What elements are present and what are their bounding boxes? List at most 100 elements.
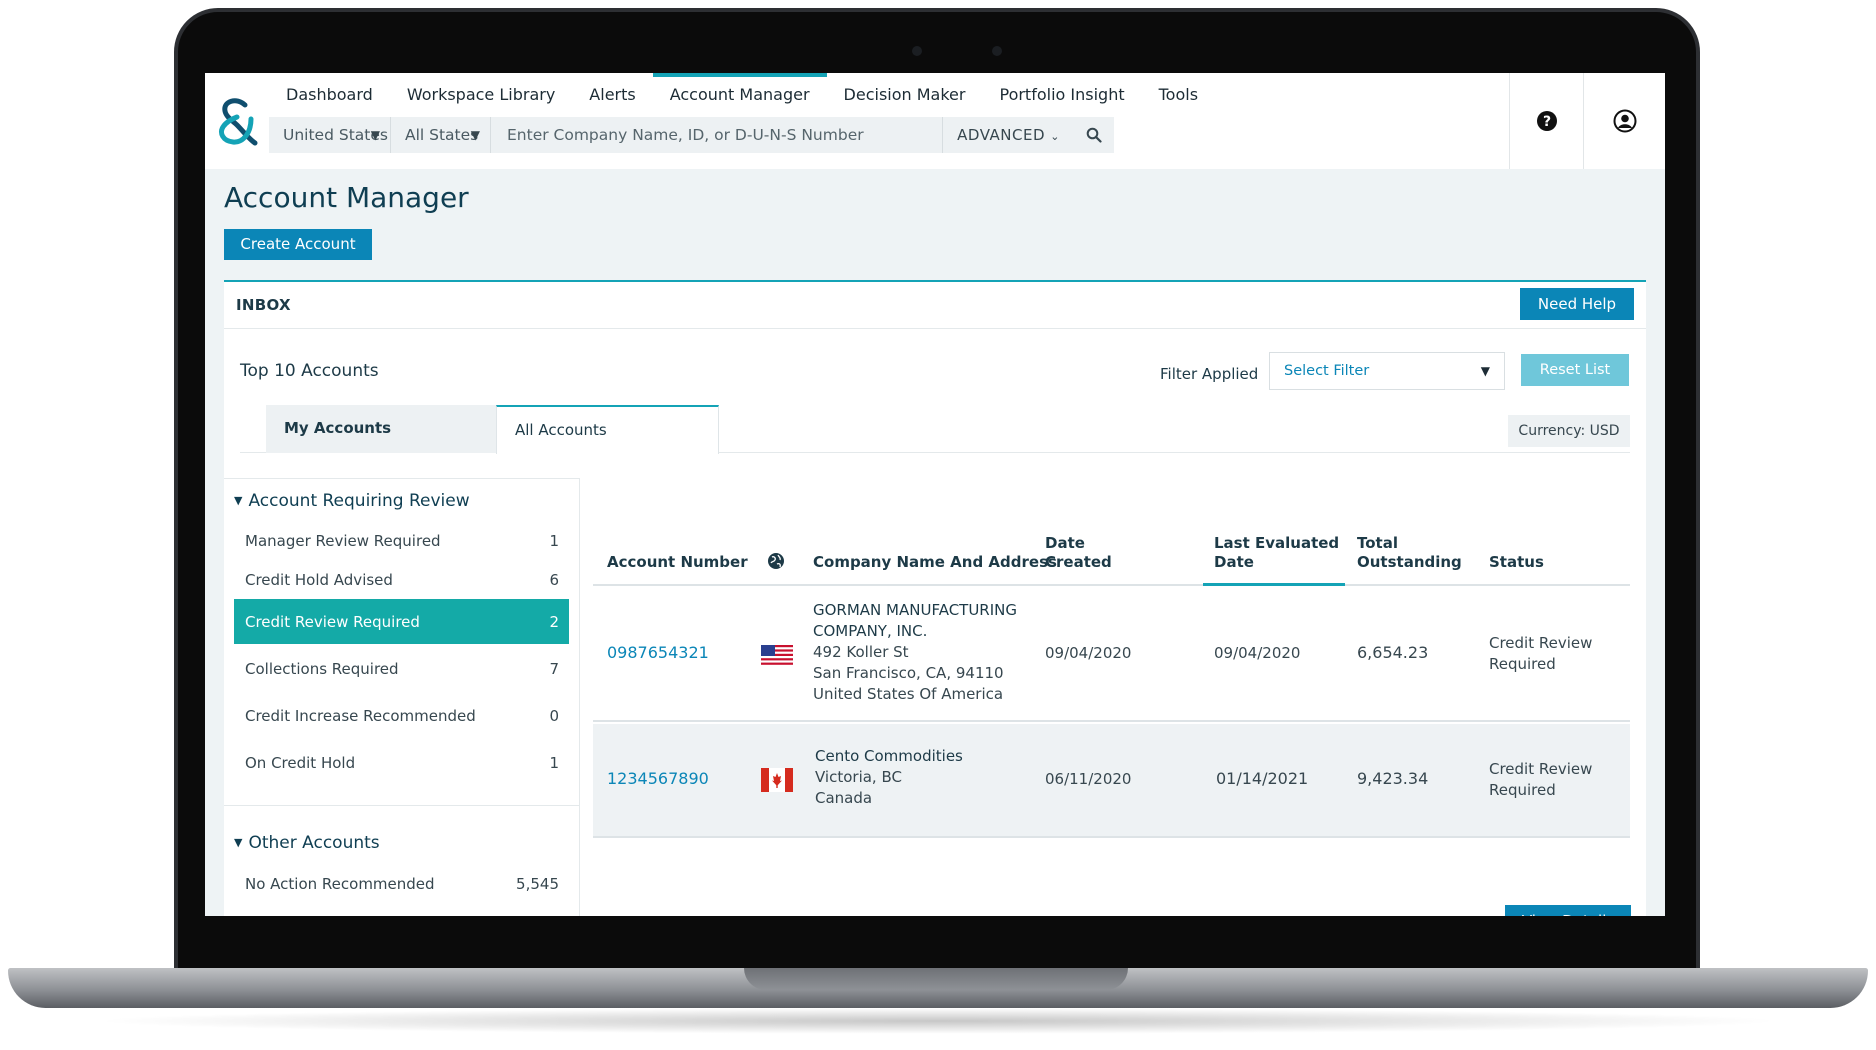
nav-decision-maker[interactable]: Decision Maker [827, 73, 983, 117]
address-line: Canada [815, 789, 873, 807]
sensor-icon [992, 46, 1002, 56]
sidebar-item-credit-review-required[interactable]: Credit Review Required 2 [234, 599, 569, 644]
currency-label: Currency: [1518, 423, 1586, 439]
sidebar-divider [224, 805, 580, 806]
account-number-link[interactable]: 1234567890 [607, 768, 709, 789]
table-row[interactable]: 0987654321 GORMAN MANUFACTURING COMPANY,… [593, 587, 1630, 722]
sidebar-item-label: On Credit Hold [245, 754, 356, 772]
question-circle-icon: ? [1536, 111, 1557, 131]
review-group-toggle[interactable]: ▼ Account Requiring Review [234, 491, 470, 511]
state-select[interactable]: All States ▼ [391, 117, 491, 153]
camera-icon [912, 46, 922, 56]
help-button[interactable]: ? [1509, 73, 1583, 169]
tab-all-accounts[interactable]: All Accounts [496, 405, 719, 454]
sidebar-item-count: 2 [549, 613, 559, 631]
search-input[interactable]: Enter Company Name, ID, or D-U-N-S Numbe… [491, 117, 942, 153]
advanced-search-button[interactable]: ADVANCED ⌄ [942, 117, 1074, 153]
status-line: Required [1489, 655, 1556, 673]
reset-list-button[interactable]: Reset List [1521, 354, 1629, 386]
user-menu-button[interactable] [1583, 73, 1665, 169]
other-group-toggle[interactable]: ▼ Other Accounts [234, 833, 380, 853]
sidebar-item-label: No Action Recommended [245, 875, 435, 893]
column-header-line: Total [1357, 534, 1398, 552]
last-evaluated-date: 09/04/2020 [1214, 644, 1301, 662]
nav-workspace-library[interactable]: Workspace Library [390, 73, 572, 117]
view-details-button[interactable]: View Details [1505, 905, 1631, 916]
country-select[interactable]: United States ▼ [269, 117, 391, 153]
column-header-account-number[interactable]: Account Number [607, 553, 748, 572]
total-outstanding: 6,654.23 [1357, 643, 1429, 662]
column-header-total-outstanding[interactable]: Total Outstanding [1357, 534, 1462, 572]
company-name-address: Cento Commodities Victoria, BC Canada [815, 746, 963, 809]
inbox-header: INBOX Need Help [224, 282, 1646, 329]
inbox-label: INBOX [236, 296, 291, 314]
search-bar: United States ▼ All States ▼ Enter Compa… [269, 117, 1114, 153]
sorted-column-indicator [1203, 583, 1345, 586]
address-line: United States Of America [813, 685, 1004, 703]
sidebar-item-on-credit-hold[interactable]: On Credit Hold 1 [234, 740, 569, 786]
caret-down-icon: ▼ [234, 836, 243, 849]
state-select-value: All States [405, 126, 479, 144]
nav-alerts[interactable]: Alerts [572, 73, 652, 117]
tab-my-accounts[interactable]: My Accounts [266, 405, 496, 453]
sidebar-item-credit-hold-advised[interactable]: Credit Hold Advised 6 [234, 557, 569, 603]
date-created: 09/04/2020 [1045, 644, 1132, 662]
sidebar-item-count: 7 [549, 660, 559, 678]
need-help-button[interactable]: Need Help [1520, 288, 1634, 320]
sidebar-item-no-action[interactable]: No Action Recommended 5,545 [234, 861, 569, 907]
nav-account-manager[interactable]: Account Manager [652, 73, 827, 117]
dnb-logo-icon[interactable] [215, 95, 261, 147]
status-line: Credit Review [1489, 760, 1593, 778]
main-nav: Dashboard Workspace Library Alerts Accou… [269, 73, 1215, 117]
column-header-line: Created [1045, 553, 1112, 571]
nav-portfolio-insight[interactable]: Portfolio Insight [982, 73, 1141, 117]
top-accounts-heading: Top 10 Accounts [240, 361, 379, 381]
advanced-label: ADVANCED [957, 126, 1045, 144]
app-screen: Dashboard Workspace Library Alerts Accou… [205, 73, 1665, 916]
sidebar-item-count: 1 [549, 532, 559, 550]
globe-icon [768, 553, 784, 569]
column-header-last-evaluated[interactable]: Last Evaluated Date [1214, 534, 1339, 572]
company-name: COMPANY, INC. [813, 622, 928, 640]
inbox-panel: INBOX Need Help Top 10 Accounts Filter A… [224, 280, 1646, 916]
nav-tools[interactable]: Tools [1142, 73, 1215, 117]
nav-dashboard[interactable]: Dashboard [269, 73, 390, 117]
column-header-date-created[interactable]: Date Created [1045, 534, 1112, 572]
sidebar-item-collections-required[interactable]: Collections Required 7 [234, 646, 569, 692]
caret-down-icon: ▼ [1480, 364, 1490, 378]
address-line: 492 Koller St [813, 643, 909, 661]
currency-badge: Currency: USD [1508, 415, 1630, 447]
column-header-status[interactable]: Status [1489, 553, 1544, 572]
laptop-notch [744, 968, 1128, 990]
column-header-line: Date [1045, 534, 1085, 552]
sidebar-item-label: Collections Required [245, 660, 399, 678]
laptop-shadow [90, 1008, 1786, 1034]
status-line: Required [1489, 781, 1556, 799]
column-header-line: Date [1214, 553, 1254, 571]
total-outstanding: 9,423.34 [1357, 769, 1429, 788]
column-header-company[interactable]: Company Name And Address [813, 553, 1057, 572]
chevron-down-icon: ⌄ [1050, 130, 1060, 143]
sidebar-item-credit-increase[interactable]: Credit Increase Recommended 0 [234, 693, 569, 739]
account-sidebar: ▼ Account Requiring Review Manager Review… [224, 478, 580, 916]
company-name-address: GORMAN MANUFACTURING COMPANY, INC. 492 K… [813, 600, 1017, 705]
us-flag-icon [761, 645, 793, 667]
user-avatar-icon [1613, 109, 1636, 133]
sidebar-item-label: Credit Review Required [245, 613, 420, 631]
canada-flag-icon [761, 768, 793, 792]
filter-select-value: Select Filter [1284, 363, 1370, 379]
review-group-title: Account Requiring Review [248, 491, 470, 511]
sidebar-item-count: 1 [549, 754, 559, 772]
status-text: Credit Review Required [1489, 759, 1592, 801]
sidebar-item-label: Manager Review Required [245, 532, 441, 550]
create-account-button[interactable]: Create Account [224, 229, 372, 260]
account-number-link[interactable]: 0987654321 [607, 642, 709, 663]
filter-applied-label: Filter Applied [1160, 365, 1259, 383]
sidebar-item-count: 5,545 [516, 875, 559, 893]
filter-select[interactable]: Select Filter ▼ [1269, 352, 1505, 390]
top-bar: Dashboard Workspace Library Alerts Accou… [205, 73, 1665, 169]
search-button[interactable] [1074, 117, 1114, 153]
status-line: Credit Review [1489, 634, 1593, 652]
other-group-title: Other Accounts [248, 833, 380, 853]
table-row[interactable]: 1234567890 Cento Commodities Victoria, B… [593, 724, 1630, 838]
